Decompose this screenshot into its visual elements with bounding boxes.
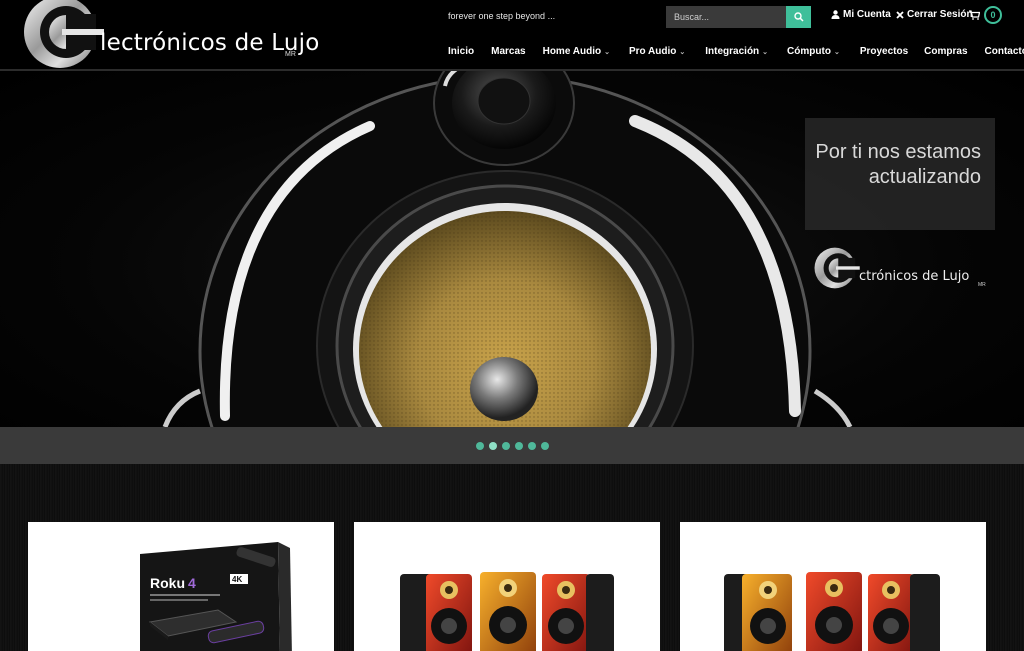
nav-item-pro-audio[interactable]: Pro Audio ⌄ [629,46,685,57]
product-card-roku[interactable]: Roku 4 4K [28,522,334,651]
studio-monitors-image [400,572,614,651]
nav-label: Pro Audio [628,46,677,57]
main-nav: Inicio Marcas Home Audio ⌄ Pro Audio ⌄ Int… [448,46,1024,57]
brand-logo[interactable]: lectrónicos de Lujo MR [16,0,319,70]
hero-logo-text: ctrónicos de Lujo [859,269,970,284]
nav-item-inicio[interactable]: Inicio [448,46,474,57]
search-input[interactable] [666,6,786,28]
search-icon [793,12,804,22]
promo-text: Por ti nos estamos actualizando [815,140,981,190]
nav-label: Cómputo [787,46,831,57]
studio-monitors-image [724,572,940,651]
promo-line-2: actualizando [868,166,981,188]
roku-4k-badge: 4K [232,575,242,584]
slider-dot[interactable] [475,441,484,450]
slider-dot[interactable] [527,441,536,450]
product-grid: Roku 4 4K [0,464,1024,651]
my-account-link[interactable]: Mi Cuenta [831,9,891,20]
nav-label: Marcas [491,46,526,57]
logo-e-mark [24,0,104,68]
cart-count-badge: 0 [984,6,1002,24]
nav-item-contacto[interactable]: Contacto [985,46,1024,57]
logout-link[interactable]: Cerrar Sesión [896,9,973,20]
promo-box: Por ti nos estamos actualizando [805,118,995,230]
roku-brand: Roku [150,575,185,591]
logo-e-mark [814,247,860,289]
nav-item-compras[interactable]: Compras [924,46,967,57]
cart-icon [969,10,980,20]
slider-dot[interactable] [514,441,523,450]
product-card-monitors-2[interactable] [680,522,986,651]
chevron-down-icon: ⌄ [833,48,840,56]
chevron-down-icon: ⌄ [604,48,610,56]
my-account-label: Mi Cuenta [843,9,891,20]
product-card-monitors-1[interactable] [354,522,660,651]
nav-label: Proyectos [859,46,909,57]
chevron-down-icon: ⌄ [679,48,686,56]
nav-item-proyectos[interactable]: Proyectos [860,46,908,57]
slider-dot[interactable] [501,441,510,450]
hero-logo: ctrónicos de Lujo MR [810,245,1000,295]
nav-label: Compras [924,46,968,57]
logout-label: Cerrar Sesión [907,9,973,20]
nav-label: Home Audio [542,46,602,57]
hero-slide[interactable]: Por ti nos estamos actualizando ctrónico… [0,71,1024,427]
slider-dot[interactable] [540,441,549,450]
nav-label: Inicio [448,46,475,57]
search-button[interactable] [786,6,811,28]
nav-item-integracion[interactable]: Integración ⌄ [705,46,768,57]
nav-item-marcas[interactable]: Marcas [491,46,525,57]
slider-pagination [0,427,1024,464]
roku-product-image: Roku 4 4K [140,542,292,651]
user-icon [831,10,840,19]
nav-item-home-audio[interactable]: Home Audio ⌄ [543,46,610,57]
search-form [666,6,811,28]
close-icon [896,10,904,19]
slider-dot-active[interactable] [488,441,497,450]
site-header: lectrónicos de Lujo MR forever one step … [0,0,1024,71]
brand-mark: MR [285,51,296,58]
cart-button[interactable]: 0 [969,6,1002,24]
roku-model: 4 [188,575,196,591]
nav-label: Contacto [984,46,1024,57]
chevron-down-icon: ⌄ [762,48,769,56]
tagline: forever one step beyond ... [448,11,556,21]
nav-item-computo[interactable]: Cómputo ⌄ [787,46,840,57]
hero-logo-mark: MR [978,282,986,288]
nav-label: Integración [705,46,760,57]
promo-line-1: Por ti nos estamos [815,141,981,163]
